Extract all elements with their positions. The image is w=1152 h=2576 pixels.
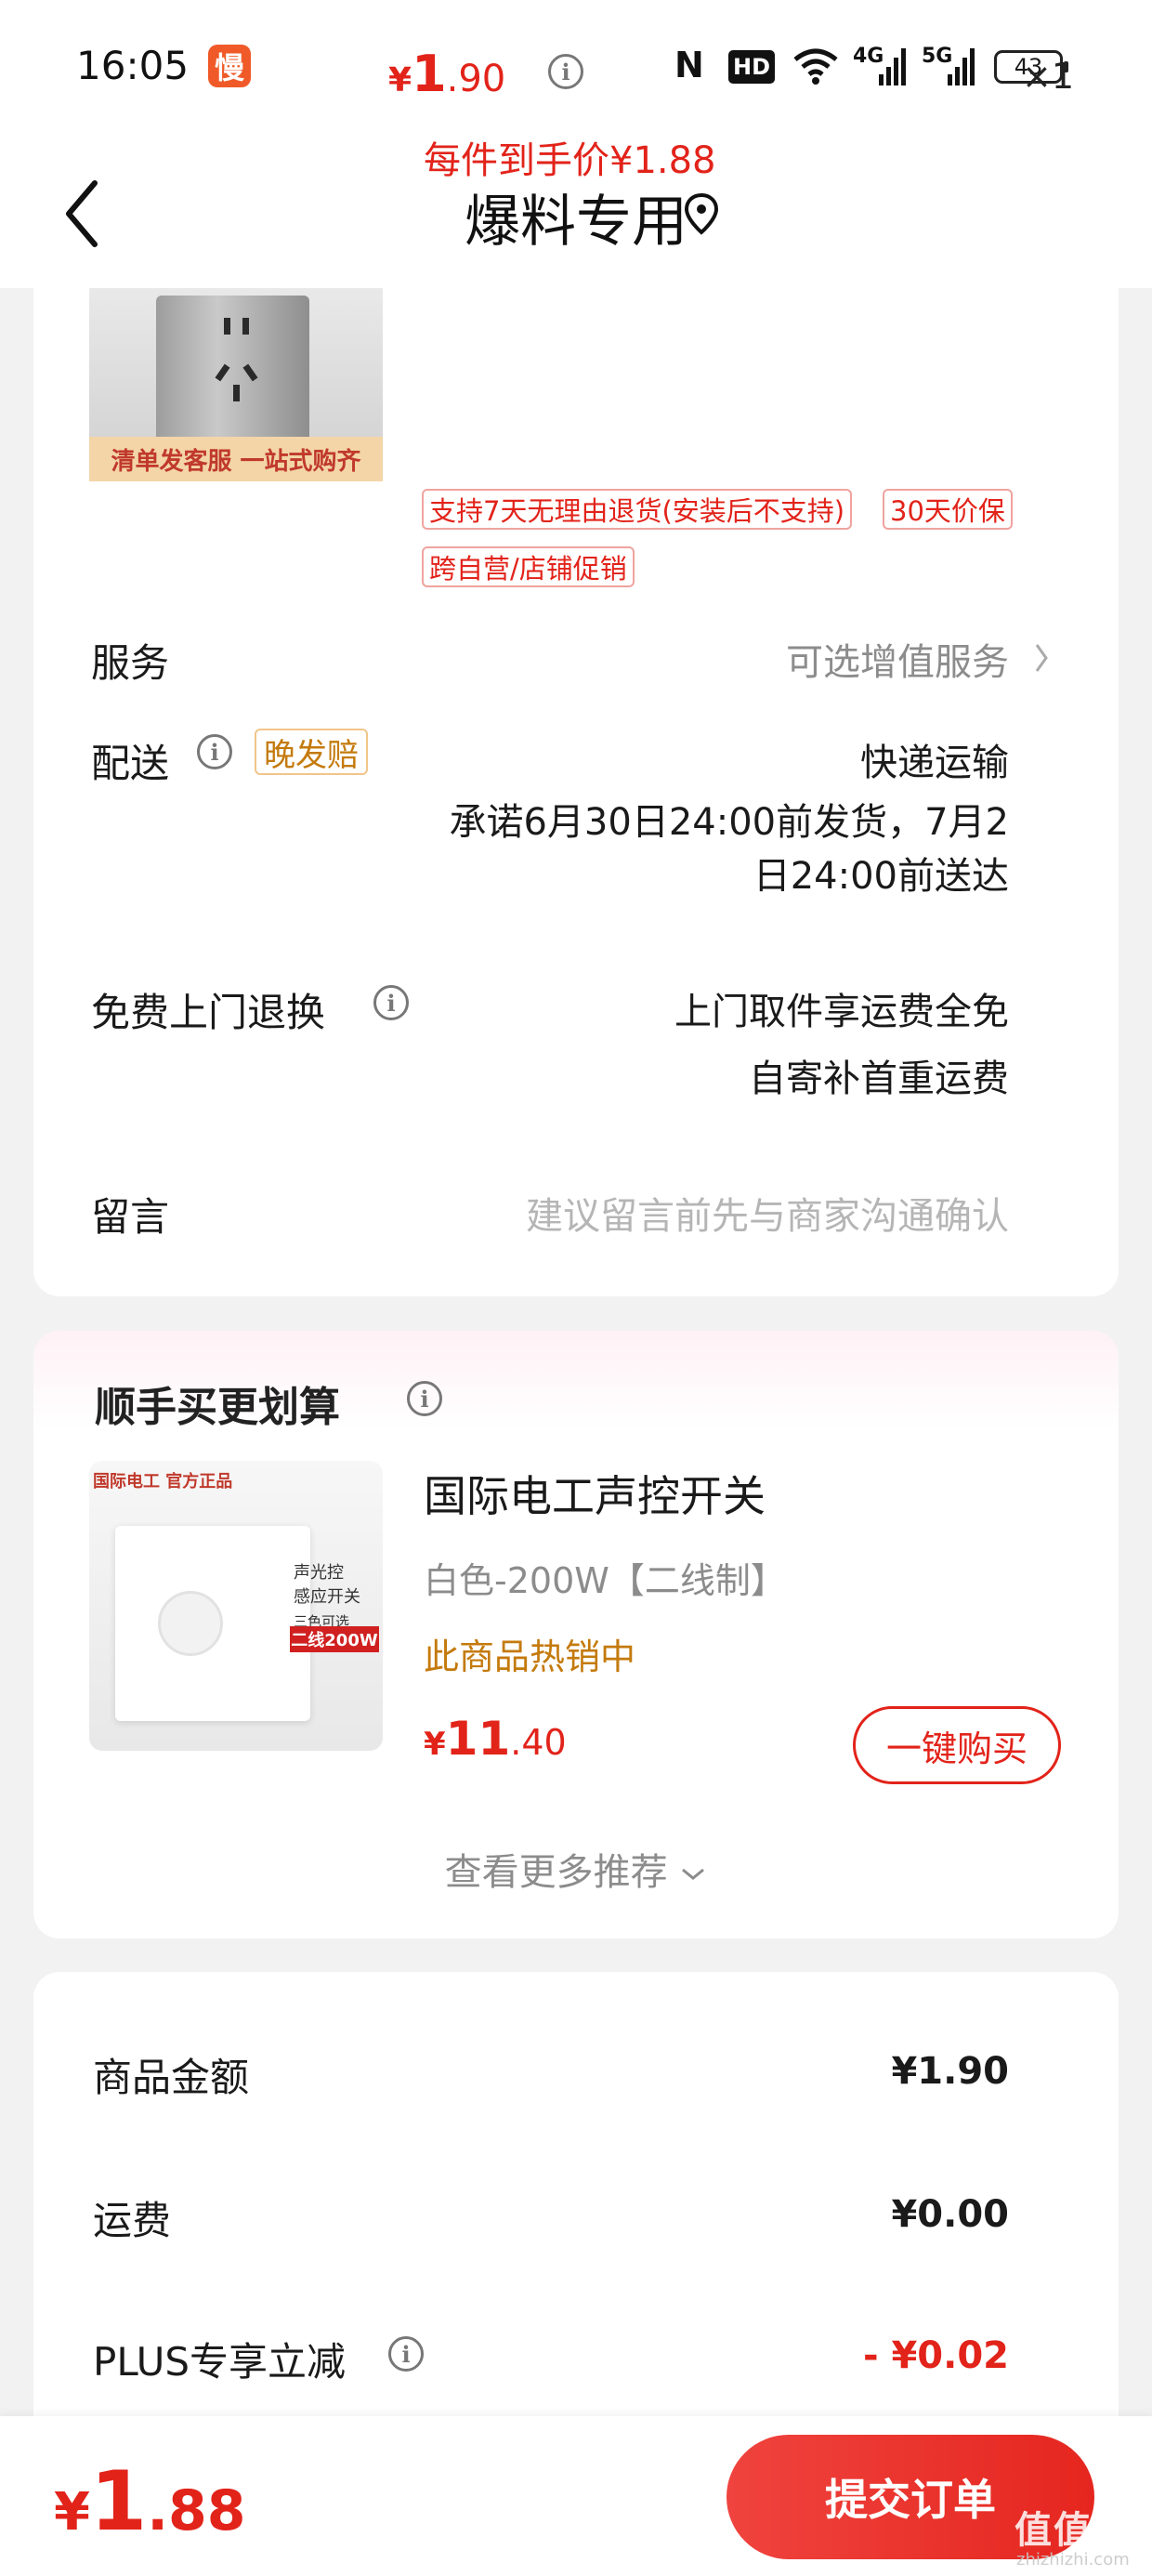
- message-input[interactable]: 建议留言前先与商家沟通确认: [526, 1186, 1009, 1240]
- delivery-promise-line2: 日24:00前送达: [753, 855, 1009, 898]
- delivery-promise-line1: 承诺6月30日24:00前发货，7月2: [449, 801, 1009, 844]
- total-price: ¥1.88: [54, 2453, 246, 2549]
- recommend-title: 顺手买更划算: [95, 1384, 340, 1431]
- message-label: 留言: [91, 1194, 170, 1240]
- plus-discount-label: PLUS专享立减: [93, 2339, 347, 2385]
- order-item-card: 清单发客服 一站式购齐: [33, 279, 1119, 1296]
- page-title: 爆料专用: [465, 190, 687, 255]
- hd-icon: HD: [728, 50, 776, 84]
- chevron-down-icon: [682, 1868, 705, 1880]
- promo-tag: 跨自营/店铺促销: [422, 546, 635, 587]
- product-quantity: ×1: [1022, 56, 1075, 97]
- return-service-label: 免费上门退换: [91, 990, 326, 1035]
- app-badge-icon: 慢: [208, 45, 251, 87]
- watermark-url: zhizhizhi.com: [1016, 2550, 1130, 2569]
- final-price: 每件到手价¥1.88: [424, 139, 716, 182]
- signal-bars-2-icon: [948, 48, 975, 85]
- product-image-banner: 清单发客服 一站式购齐: [89, 437, 383, 481]
- product-image[interactable]: 清单发客服 一站式购齐: [89, 288, 383, 481]
- one-click-buy-button[interactable]: 一键购买: [853, 1706, 1061, 1784]
- recommend-product-image[interactable]: 国际电工 官方正品 声光控 感应开关 三色可选 二线200W: [89, 1461, 383, 1751]
- goods-amount-value: ¥1.90: [891, 2050, 1009, 2093]
- shipping-fee-label: 运费: [93, 2198, 172, 2243]
- recommend-item-spec: 白色-200W【二线制】: [424, 1560, 786, 1601]
- late-compensation-tag: 晚发赔: [255, 729, 368, 775]
- recommend-item-name[interactable]: 国际电工声控开关: [424, 1463, 766, 1524]
- service-label: 服务: [91, 640, 170, 686]
- plus-info-icon[interactable]: i: [388, 2336, 424, 2372]
- location-pin-icon[interactable]: [682, 191, 721, 238]
- watermark: 值值值: [1015, 2509, 1132, 2552]
- delivery-method[interactable]: 快递运输: [860, 732, 1009, 786]
- recommend-hot-label: 此商品热销中: [424, 1636, 636, 1677]
- return-service-line2: 自寄补首重运费: [749, 1058, 1009, 1100]
- price-info-icon[interactable]: i: [548, 54, 583, 89]
- status-time: 16:05: [76, 43, 190, 88]
- recommend-item-price: ¥11.40: [424, 1712, 567, 1766]
- plus-discount-value: - ¥0.02: [862, 2334, 1009, 2377]
- product-price: ¥1.90: [388, 45, 506, 103]
- recommend-info-icon[interactable]: i: [407, 1381, 442, 1416]
- price-protect-tag: 30天价保: [883, 489, 1013, 530]
- delivery-info-icon[interactable]: i: [197, 734, 232, 769]
- return-info-icon[interactable]: i: [373, 985, 409, 1020]
- return-policy-tag: 支持7天无理由退货(安装后不支持): [422, 489, 853, 530]
- service-value[interactable]: 可选增值服务: [786, 632, 1009, 686]
- shipping-fee-value: ¥0.00: [891, 2193, 1009, 2236]
- nfc-icon: N: [674, 45, 704, 85]
- signal-bars-icon: [879, 48, 906, 85]
- wifi-icon: [793, 48, 838, 85]
- more-recommend-link[interactable]: 查看更多推荐: [0, 1842, 1152, 1896]
- goods-amount-label: 商品金额: [93, 2055, 250, 2100]
- delivery-label: 配送: [91, 741, 170, 786]
- chevron-right-icon[interactable]: [1031, 639, 1052, 677]
- return-service-line1: 上门取件享运费全免: [674, 991, 1009, 1033]
